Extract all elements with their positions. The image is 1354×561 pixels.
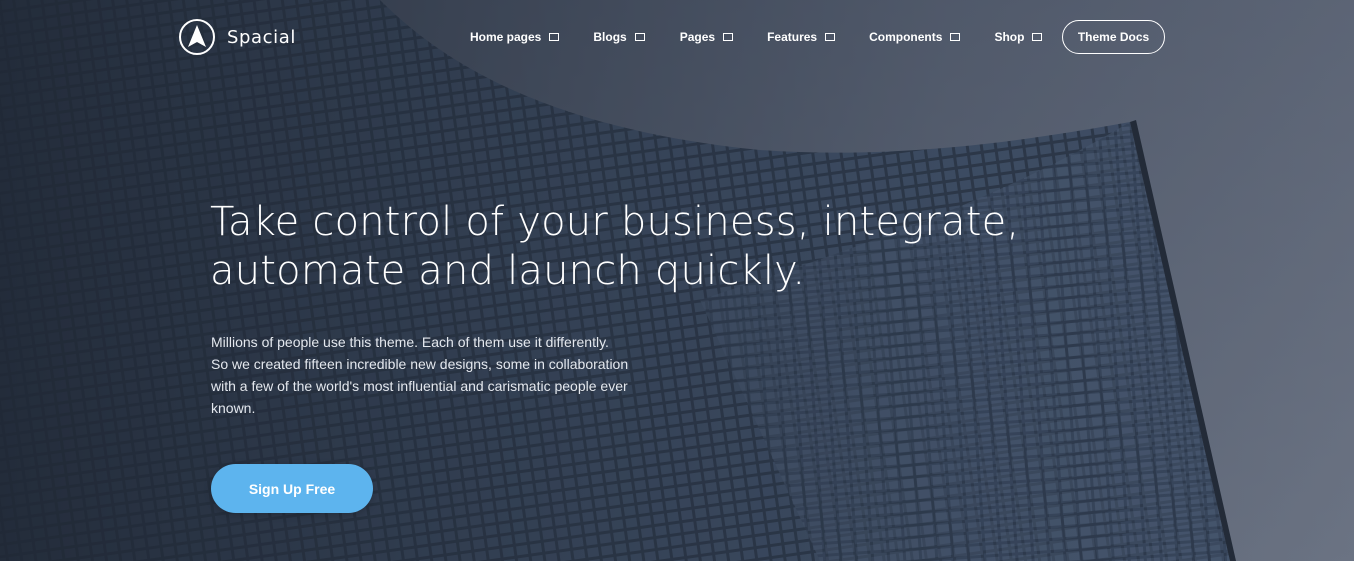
theme-docs-button[interactable]: Theme Docs: [1062, 20, 1165, 54]
dropdown-square-icon: [950, 33, 961, 41]
hero-lead-text: Millions of people use this theme. Each …: [211, 331, 651, 419]
sign-up-free-button[interactable]: Sign Up Free: [211, 464, 373, 513]
brand-name: Spacial: [227, 26, 297, 48]
menu-item-label: Shop: [994, 30, 1025, 44]
lead-line: known.: [211, 400, 256, 416]
dropdown-square-icon: [825, 33, 836, 41]
menu-item-label: Home pages: [470, 30, 542, 44]
brand[interactable]: Spacial: [178, 19, 296, 55]
compass-a-logo-icon: [179, 19, 215, 55]
menu-item-shop[interactable]: Shop: [994, 30, 1043, 44]
menu-item-label: Pages: [679, 30, 716, 44]
dropdown-square-icon: [634, 33, 645, 41]
menu-item-components[interactable]: Components: [869, 30, 961, 44]
headline-line: automate and launch quickly.: [210, 248, 806, 294]
menu-item-pages[interactable]: Pages: [679, 30, 734, 44]
menu-item-features[interactable]: Features: [767, 30, 836, 44]
dropdown-square-icon: [723, 33, 734, 41]
dropdown-square-icon: [549, 33, 560, 41]
lead-line: Millions of people use this theme. Each …: [211, 334, 609, 350]
lead-line: So we created fifteen incredible new des…: [211, 356, 629, 372]
dropdown-square-icon: [1032, 33, 1043, 41]
lead-line: with a few of the world's most influenti…: [211, 378, 628, 394]
hero-headline: Take control of your business, integrate…: [210, 198, 1020, 296]
menu-item-label: Components: [869, 30, 943, 44]
menu-item-label: Features: [767, 30, 818, 44]
menu-item-label: Blogs: [593, 30, 627, 44]
menu-item-blogs[interactable]: Blogs: [593, 30, 645, 44]
top-navigation: Spacial Home pages Blogs Pages Features …: [0, 0, 1354, 74]
menu-item-home-pages[interactable]: Home pages: [470, 30, 560, 44]
headline-line: Take control of your business, integrate…: [210, 199, 1020, 245]
main-menu: Home pages Blogs Pages Features Componen…: [470, 29, 1043, 45]
hero-section: Spacial Home pages Blogs Pages Features …: [0, 0, 1354, 561]
